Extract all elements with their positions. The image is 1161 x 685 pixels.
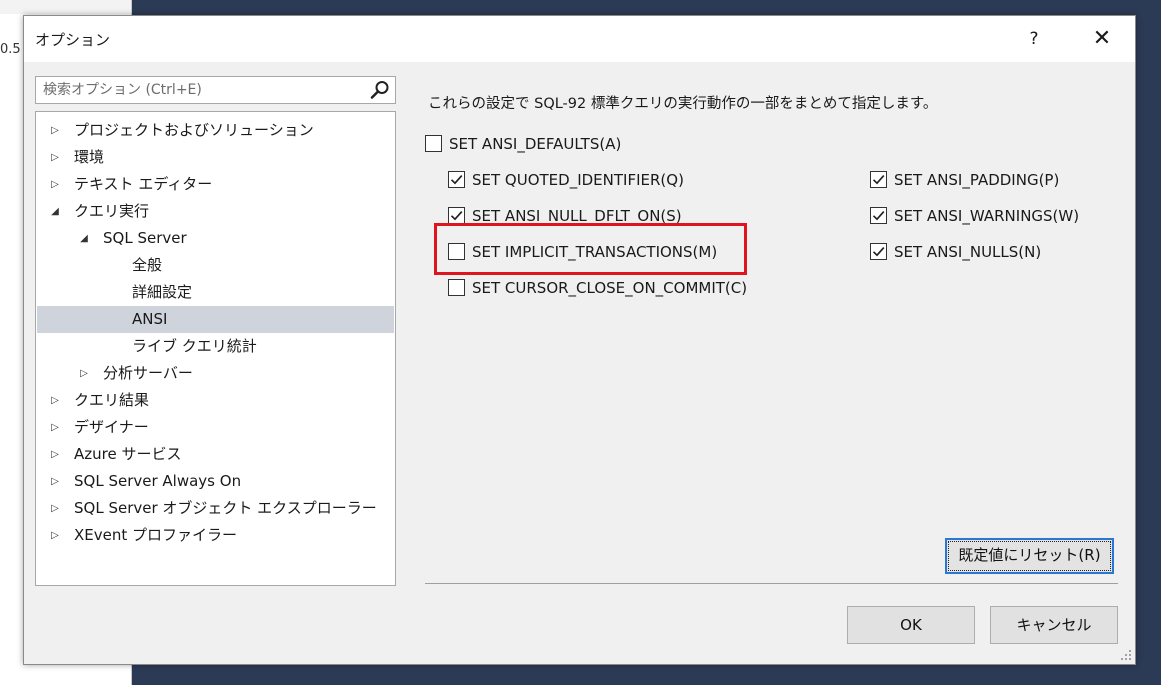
checkmark-icon <box>872 211 885 221</box>
page-description: これらの設定で SQL-92 標準クエリの実行動作の一部をまとめて指定します。 <box>428 96 938 112</box>
dialog-title: オプション <box>35 31 111 49</box>
checkbox[interactable] <box>448 207 465 224</box>
focus-ring <box>948 541 1111 571</box>
checkbox[interactable] <box>425 135 442 152</box>
option-label: SET ANSI_WARNINGS(W) <box>894 207 1080 225</box>
expand-arrow-icon[interactable]: ▷ <box>49 495 61 522</box>
help-button[interactable]: ? <box>1019 26 1049 52</box>
checkbox[interactable] <box>870 207 887 224</box>
checkbox[interactable] <box>870 171 887 188</box>
tree-item-projects[interactable]: ▷ プロジェクトおよびソリューション <box>37 117 394 144</box>
tree-item-label: プロジェクトおよびソリューション <box>74 121 314 139</box>
close-icon: ✕ <box>1092 26 1112 51</box>
expand-arrow-icon[interactable]: ▷ <box>49 171 61 198</box>
background-window-strip <box>0 0 131 14</box>
expand-arrow-icon[interactable]: ▷ <box>49 441 61 468</box>
tree-item-general[interactable]: 全般 <box>37 252 394 279</box>
tree-item-label: クエリ結果 <box>74 391 150 409</box>
background-value-label: 0.5 <box>0 42 21 57</box>
tree-item-label: 分析サーバー <box>103 364 193 382</box>
expand-arrow-icon[interactable]: ▷ <box>49 144 61 171</box>
tree-item-environment[interactable]: ▷ 環境 <box>37 144 394 171</box>
tree-item-label: ライブ クエリ統計 <box>132 337 257 355</box>
tree-item-label: 詳細設定 <box>132 283 193 301</box>
tree-item-azure-services[interactable]: ▷ Azure サービス <box>37 441 394 468</box>
expand-arrow-icon[interactable]: ▷ <box>49 387 61 414</box>
dialog-titlebar: オプション ? ✕ <box>24 16 1135 62</box>
separator <box>425 583 1118 584</box>
tree-item-label: クエリ実行 <box>74 202 150 220</box>
cancel-button[interactable]: キャンセル <box>990 606 1118 644</box>
option-label: SET QUOTED_IDENTIFIER(Q) <box>472 171 684 189</box>
tree-item-label: デザイナー <box>74 418 149 436</box>
tree-item-advanced[interactable]: 詳細設定 <box>37 279 394 306</box>
tree-item-label: テキスト エディター <box>74 175 213 193</box>
tree-item-object-explorer[interactable]: ▷ SQL Server オブジェクト エクスプローラー <box>37 495 394 522</box>
tree-item-designer[interactable]: ▷ デザイナー <box>37 414 394 441</box>
tree-item-label: 環境 <box>74 148 105 166</box>
tree-item-live-query-stats[interactable]: ライブ クエリ統計 <box>37 333 394 360</box>
tree-item-text-editor[interactable]: ▷ テキスト エディター <box>37 171 394 198</box>
highlight-box <box>434 223 747 275</box>
tree-item-label: XEvent プロファイラー <box>74 526 238 544</box>
checkmark-icon <box>450 175 463 185</box>
tree-item-label: SQL Server <box>103 229 187 247</box>
search-icon[interactable] <box>369 79 391 101</box>
options-dialog: オプション ? ✕ ▷ プロジェクトおよびソリューション ▷ 環境 ▷ テキスト… <box>23 15 1136 665</box>
reset-defaults-button[interactable]: 既定値にリセット(R) <box>945 538 1114 574</box>
expand-arrow-icon[interactable]: ▷ <box>49 468 61 495</box>
checkmark-icon <box>450 211 463 221</box>
tree-item-label: 全般 <box>132 256 163 274</box>
tree-item-analysis-server[interactable]: ▷ 分析サーバー <box>37 360 394 387</box>
tree-item-query-execution[interactable]: ◢ クエリ実行 <box>37 198 394 225</box>
expand-arrow-icon[interactable]: ▷ <box>78 360 90 387</box>
expand-arrow-icon[interactable]: ▷ <box>49 522 61 549</box>
checkbox[interactable] <box>448 279 465 296</box>
tree-item-label: SQL Server オブジェクト エクスプローラー <box>74 499 377 517</box>
tree-item-sql-server[interactable]: ◢ SQL Server <box>37 225 394 252</box>
option-label: SET ANSI_DEFAULTS(A) <box>449 135 622 153</box>
tree-item-ansi[interactable]: ANSI <box>37 306 394 333</box>
search-input[interactable] <box>36 77 363 103</box>
tree-item-label: ANSI <box>132 310 168 328</box>
tree-item-label: SQL Server Always On <box>74 472 242 490</box>
resize-grip-icon[interactable] <box>1120 649 1132 661</box>
tree-item-query-results[interactable]: ▷ クエリ結果 <box>37 387 394 414</box>
close-button[interactable]: ✕ <box>1085 24 1119 54</box>
checkmark-icon <box>872 247 885 257</box>
tree-item-always-on[interactable]: ▷ SQL Server Always On <box>37 468 394 495</box>
checkmark-icon <box>872 175 885 185</box>
ok-button[interactable]: OK <box>847 606 975 644</box>
tree-item-label: Azure サービス <box>74 445 182 463</box>
option-label: SET CURSOR_CLOSE_ON_COMMIT(C) <box>472 279 748 297</box>
checkbox[interactable] <box>448 171 465 188</box>
checkbox[interactable] <box>870 243 887 260</box>
expand-arrow-icon[interactable]: ▷ <box>49 117 61 144</box>
collapse-arrow-icon[interactable]: ◢ <box>78 225 90 252</box>
option-label: SET ANSI_NULLS(N) <box>894 243 1042 261</box>
options-tree: ▷ プロジェクトおよびソリューション ▷ 環境 ▷ テキスト エディター ◢ ク… <box>35 111 396 586</box>
tree-item-xevent-profiler[interactable]: ▷ XEvent プロファイラー <box>37 522 394 549</box>
expand-arrow-icon[interactable]: ▷ <box>49 414 61 441</box>
option-label: SET ANSI_PADDING(P) <box>894 171 1060 189</box>
search-box <box>35 76 396 104</box>
collapse-arrow-icon[interactable]: ◢ <box>49 198 61 225</box>
